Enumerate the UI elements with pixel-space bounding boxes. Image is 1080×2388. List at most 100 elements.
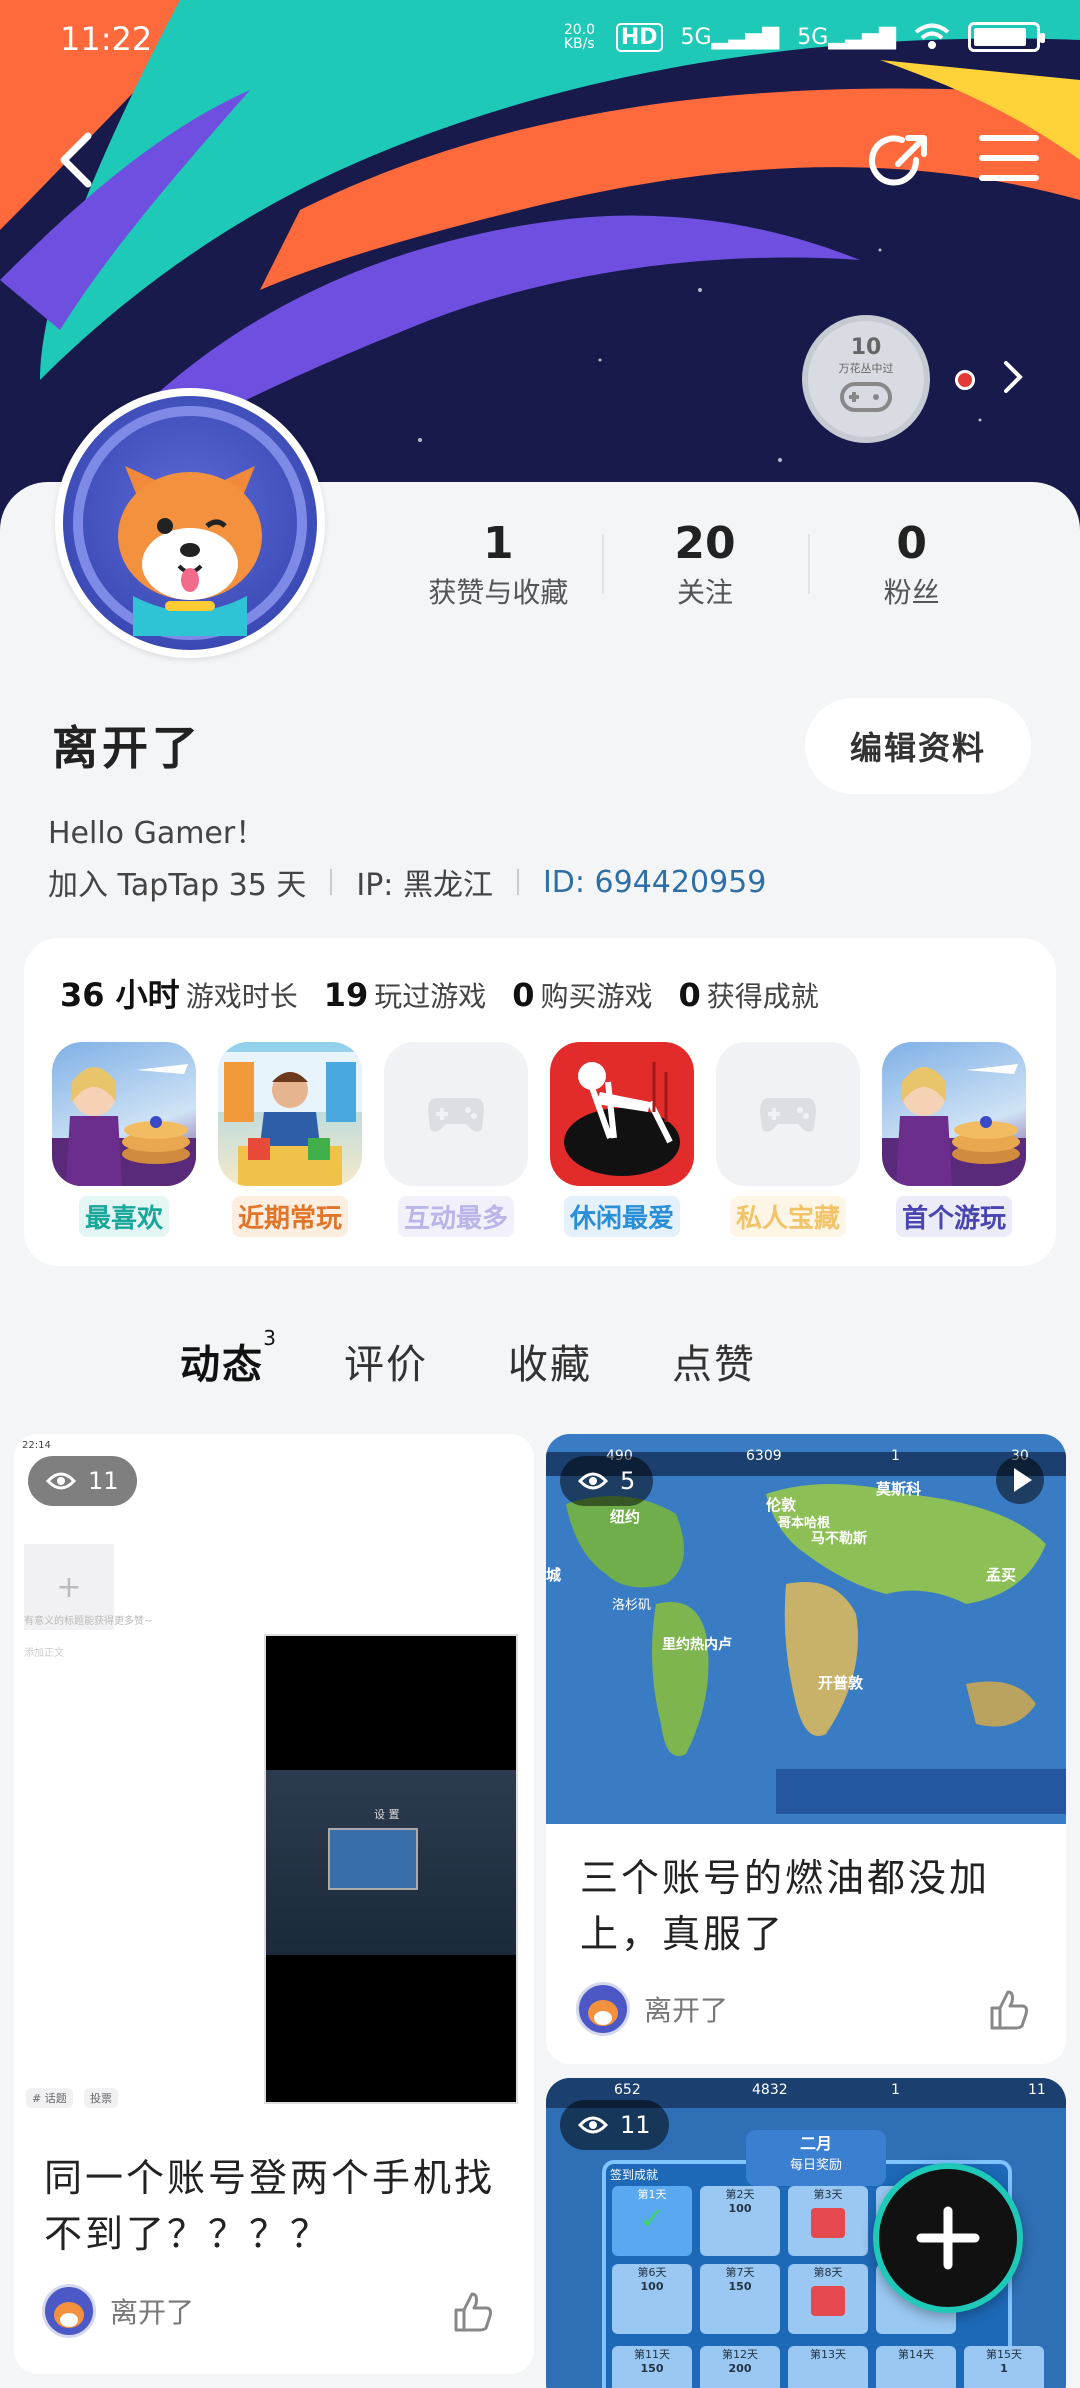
game-most-interaction[interactable]: 互动最多: [384, 1042, 528, 1237]
view-count-pill: 11: [560, 2100, 669, 2150]
ip-location: IP: 黑龙江: [356, 868, 493, 903]
game-recent[interactable]: 近期常玩: [218, 1042, 362, 1237]
play-hours-label: 游戏时长: [185, 980, 298, 1013]
stat-followers[interactable]: 0 粉丝: [808, 518, 1015, 609]
reward-day-label: 第2天: [725, 2188, 755, 2201]
game-summary-card[interactable]: 36 小时 游戏时长 19 玩过游戏 0 购买游戏 0 获得成就 最喜欢 近期常玩 互动…: [24, 938, 1056, 1266]
eye-icon: [578, 1472, 608, 1490]
reward-day-value: 100: [728, 2202, 752, 2215]
video-play-icon[interactable]: [994, 1454, 1046, 1506]
reward-stat-1: 652: [614, 2082, 641, 2098]
hole-game-icon: [550, 1042, 694, 1186]
stat-likes-favorites[interactable]: 1 获赞与收藏: [395, 518, 602, 609]
divider: [516, 869, 519, 895]
reward-stat-4: 11: [1028, 2082, 1046, 2098]
map-city: 里约热内卢: [662, 1637, 732, 1653]
reward-stat-2: 4832: [752, 2082, 788, 2098]
game-favorite[interactable]: 最喜欢: [52, 1042, 196, 1237]
map-stat-2: 6309: [746, 1448, 782, 1464]
map-city: 洛杉矶: [612, 1598, 652, 1613]
checkmark-icon: ✓: [639, 2202, 665, 2237]
share-button[interactable]: [868, 130, 932, 194]
profile-stats: 1 获赞与收藏 20 关注 0 粉丝: [395, 518, 1015, 609]
map-stat-3: 1: [891, 1448, 900, 1464]
view-count-pill: 11: [28, 1456, 137, 1506]
stat-value: 1: [483, 518, 514, 569]
game-first-played[interactable]: 首个游玩: [882, 1042, 1026, 1237]
reward-day: 第6天 100: [612, 2264, 692, 2334]
shot-time: 22:14: [22, 1440, 51, 1451]
reward-popup-title: 二月: [799, 2134, 832, 2153]
post-card[interactable]: 22:14 + 有意义的标题能获得更多赞~ 添加正文 设 置 # 话题 投票 1…: [14, 1434, 534, 2374]
achievement-badge[interactable]: 10 万花丛中过: [802, 315, 930, 443]
game-casual-favorite[interactable]: 休闲最爱: [550, 1042, 694, 1237]
post-card[interactable]: 490 6309 1 30 纽约 伦敦 哥本哈根 城 莫斯科 马不勒斯 孟买 里…: [546, 1434, 1066, 2064]
reward-day-label: 第6天: [637, 2266, 667, 2279]
game-private-treasure[interactable]: 私人宝藏: [716, 1042, 860, 1237]
reward-day-value: 1: [1000, 2362, 1008, 2375]
stat-value: 0: [896, 518, 927, 569]
tab-count: 3: [263, 1326, 278, 1350]
reward-day: 第8天: [788, 2264, 868, 2334]
back-button[interactable]: [50, 130, 110, 190]
reward-day-label: 第14天: [898, 2348, 934, 2361]
tab-reviews[interactable]: 评价: [344, 1332, 428, 1390]
map-city: 孟买: [986, 1566, 1017, 1584]
reward-day-value: 100: [640, 2280, 664, 2293]
reward-day-label: 第12天: [722, 2348, 758, 2361]
reward-row-bottom: 第11天 150 第12天 200 第13天 第14天 第15天 1: [612, 2346, 1044, 2388]
menu-button[interactable]: [978, 130, 1040, 186]
post-author[interactable]: 离开了: [42, 2284, 194, 2338]
post-author[interactable]: 离开了: [576, 1982, 728, 2036]
profile-page: { "status": {"time": "11:22", "speed": "…: [0, 0, 1080, 2388]
shiba-avatar-icon: [63, 396, 317, 650]
played-games: 19 玩过游戏: [324, 975, 487, 1015]
game-label: 休闲最爱: [563, 1196, 680, 1237]
reward-left-label: 签到成就: [610, 2168, 659, 2182]
controller-icon: [840, 382, 892, 412]
achievements-label: 获得成就: [706, 980, 819, 1013]
bought-games: 0 购买游戏: [512, 975, 652, 1015]
map-city: 开普敦: [818, 1674, 864, 1692]
create-post-button[interactable]: [873, 2163, 1023, 2313]
reward-day: 第3天: [788, 2186, 868, 2256]
shot-tag-vote: 投票: [84, 2088, 118, 2108]
user-id[interactable]: ID: 694420959: [543, 865, 766, 900]
map-city: 马不勒斯: [811, 1531, 867, 1547]
bought-games-label: 购买游戏: [540, 980, 653, 1013]
game-label: 首个游玩: [895, 1196, 1012, 1237]
net1-label: 5G: [680, 24, 712, 50]
map-city: 城: [546, 1566, 562, 1584]
reward-popup-subtitle: 每日奖励: [789, 2158, 842, 2173]
view-count-pill: 5: [560, 1456, 654, 1506]
edit-profile-button[interactable]: 编辑资料: [805, 698, 1031, 794]
tab-posts[interactable]: 动态 3: [180, 1326, 276, 1396]
reward-day: 第2天 100: [700, 2186, 780, 2256]
achievements-value: 0: [678, 976, 701, 1014]
stat-following[interactable]: 20 关注: [601, 518, 809, 609]
reward-day: 第12天 200: [700, 2346, 780, 2388]
reward-day-label: 第11天: [634, 2348, 670, 2361]
game-label: 互动最多: [397, 1196, 514, 1237]
post-title: 三个账号的燃油都没加上，真服了: [580, 1856, 991, 1956]
avatar[interactable]: [55, 388, 325, 658]
stat-value: 20: [674, 518, 736, 569]
profile-meta: 加入 TapTap 35 天 IP: 黑龙江 ID: 694420959: [48, 860, 766, 904]
tab-favorites[interactable]: 收藏: [508, 1332, 592, 1390]
reward-stat-3: 1: [891, 2082, 900, 2098]
game-label: 近期常玩: [231, 1196, 348, 1237]
game-label: 最喜欢: [78, 1196, 169, 1237]
net2-label: 5G: [797, 24, 829, 50]
shot-game-window: 设 置: [264, 1634, 518, 2104]
game-stats-row: 36 小时 游戏时长 19 玩过游戏 0 购买游戏 0 获得成就: [60, 970, 819, 1016]
network-speed: 20.0 KB/s: [563, 22, 596, 52]
chevron-right-icon[interactable]: [998, 355, 1028, 399]
eye-icon: [578, 2116, 608, 2134]
thumbs-up-icon[interactable]: [986, 1988, 1030, 2032]
thumbs-up-icon[interactable]: [450, 2290, 494, 2334]
shot-placeholder-body: 添加正文: [24, 1648, 64, 1659]
supermarket-game-icon: [218, 1042, 362, 1186]
reward-day-value: 150: [640, 2362, 664, 2375]
tab-likes[interactable]: 点赞: [672, 1332, 756, 1390]
author-avatar: [576, 1982, 630, 2036]
